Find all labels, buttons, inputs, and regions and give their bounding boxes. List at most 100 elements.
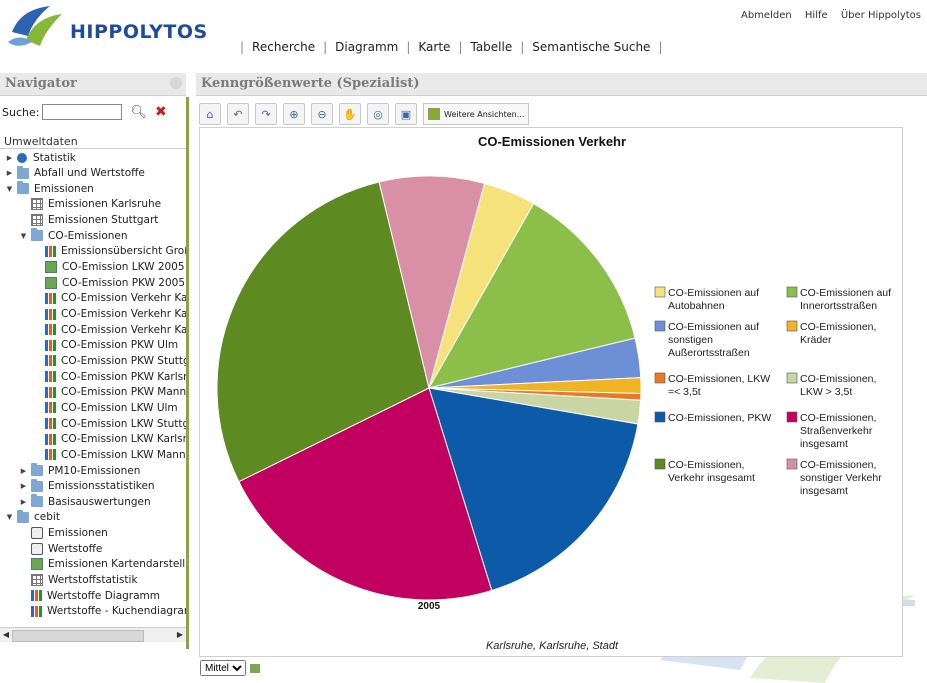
expand-toggle-icon[interactable]: ▶ bbox=[6, 154, 13, 162]
legend-label: CO-Emissionen, PKW bbox=[668, 412, 771, 424]
save-icon[interactable]: ▣ bbox=[395, 103, 417, 125]
legend-label: CO-Emissionen auf bbox=[800, 287, 891, 299]
tree-item[interactable]: ▶ Statistik bbox=[6, 150, 76, 165]
collapse-icon[interactable] bbox=[170, 77, 182, 89]
chart-icon bbox=[45, 324, 56, 336]
tree-item-label: Emissionen Kartendarstellun bbox=[48, 558, 186, 571]
nav-separator: | bbox=[323, 40, 328, 54]
nav-diagramm[interactable]: Diagramm bbox=[335, 40, 398, 54]
legend-label: Außerortsstraßen bbox=[668, 347, 750, 359]
tree-item[interactable]: CO-Emission Verkehr Kar bbox=[34, 307, 186, 322]
view-mode-icon[interactable] bbox=[250, 663, 260, 673]
tree-item[interactable]: CO-Emission LKW Ulm bbox=[34, 400, 178, 415]
tree-item-label: Wertstoffe Diagramm bbox=[47, 589, 161, 602]
nav-separator: | bbox=[406, 40, 411, 54]
more-views-button[interactable]: Weitere Ansichten... bbox=[423, 103, 530, 125]
expand-toggle-icon[interactable]: ▶ bbox=[20, 498, 27, 506]
search-input[interactable] bbox=[42, 104, 123, 120]
collapse-toggle-icon[interactable]: ▼ bbox=[20, 232, 27, 240]
tree-item-label: PM10-Emissionen bbox=[48, 464, 141, 477]
scroll-right-icon[interactable]: ▶ bbox=[175, 629, 185, 640]
tree-item[interactable]: Wertstoffe bbox=[20, 541, 102, 556]
clear-search-icon[interactable]: ✖ bbox=[155, 104, 167, 120]
tree-item[interactable]: Wertstoffe Diagramm bbox=[20, 588, 160, 603]
tree-item[interactable]: CO-Emission PKW Mannh bbox=[34, 385, 186, 400]
legend-label: Kräder bbox=[800, 334, 832, 346]
logout-link[interactable]: Abmelden bbox=[741, 10, 792, 21]
tree-item[interactable]: CO-Emission PKW Stuttg bbox=[34, 353, 186, 368]
tree-item[interactable]: CO-Emission PKW Ulm bbox=[34, 338, 178, 353]
home-icon[interactable]: ⌂ bbox=[199, 103, 221, 125]
tree-item[interactable]: Emissionen Karlsruhe bbox=[20, 197, 161, 212]
hippolytos-logo[interactable]: HIPPOLYTOS bbox=[6, 2, 207, 52]
legend-label: CO-Emissionen, bbox=[800, 459, 876, 471]
tree-item[interactable]: CO-Emission PKW 2005 bbox=[34, 275, 185, 290]
nav-karte[interactable]: Karte bbox=[418, 40, 450, 54]
tree-item[interactable]: ▼ cebit bbox=[6, 509, 60, 525]
tree-item[interactable]: Wertstoffe - Kuchendiagram bbox=[20, 604, 186, 619]
help-link[interactable]: Hilfe bbox=[805, 10, 828, 21]
size-select[interactable]: Mittel bbox=[200, 660, 246, 676]
tree-item[interactable]: CO-Emission PKW Karlsru bbox=[34, 369, 186, 384]
chart-icon bbox=[45, 418, 56, 430]
nav-recherche[interactable]: Recherche bbox=[252, 40, 315, 54]
navigator-hscrollbar[interactable]: ◀ ▶ bbox=[0, 627, 186, 642]
search-icon[interactable]: 🔍︎ bbox=[130, 105, 147, 120]
expand-toggle-icon[interactable]: ▶ bbox=[6, 169, 13, 177]
more-views-label: Weitere Ansichten... bbox=[444, 109, 525, 119]
globe-icon[interactable]: ◎ bbox=[367, 103, 389, 125]
tree-item[interactable]: Emissionen Kartendarstellun bbox=[20, 557, 186, 572]
folder-icon bbox=[31, 463, 43, 476]
tree-item[interactable]: CO-Emission LKW 2005 bbox=[34, 260, 185, 275]
tree-item[interactable]: CO-Emission Verkehr Kar bbox=[34, 322, 186, 337]
tree-item[interactable]: Emissionsübersicht Großs bbox=[34, 244, 186, 259]
zoom-out-icon[interactable]: ⊖ bbox=[311, 103, 333, 125]
redo-icon[interactable]: ↷ bbox=[255, 103, 277, 125]
tree-item[interactable]: ▶ PM10-Emissionen bbox=[20, 463, 140, 478]
legend-label: Autobahnen bbox=[668, 300, 725, 312]
table-icon bbox=[31, 214, 43, 227]
tree-item[interactable]: Emissionen bbox=[20, 526, 108, 541]
tree-item[interactable]: ▶ Emissionsstatistiken bbox=[20, 478, 155, 494]
nav-separator: | bbox=[458, 40, 463, 54]
undo-icon[interactable]: ↶ bbox=[227, 103, 249, 125]
collapse-toggle-icon[interactable]: ▼ bbox=[6, 185, 13, 193]
tree-item[interactable]: CO-Emission LKW Karlsru bbox=[34, 432, 186, 447]
pie-chart[interactable]: CO-Emissionen Verkehr 2005 CO-Emissionen… bbox=[200, 128, 902, 656]
expand-toggle-icon[interactable]: ▶ bbox=[20, 482, 27, 490]
tree-item[interactable]: Wertstoffstatistik bbox=[20, 573, 138, 588]
logo-text: HIPPOLYTOS bbox=[70, 21, 208, 43]
pan-hand-icon[interactable]: ✋ bbox=[339, 103, 361, 125]
collapse-toggle-icon[interactable]: ▼ bbox=[6, 513, 13, 521]
legend-label: CO-Emissionen, bbox=[800, 373, 876, 385]
zoom-in-icon[interactable]: ⊕ bbox=[283, 103, 305, 125]
nav-tabelle[interactable]: Tabelle bbox=[470, 40, 512, 54]
tree-item[interactable]: CO-Emission Verkehr Kar bbox=[34, 291, 186, 306]
about-link[interactable]: Über Hippolytos bbox=[841, 10, 921, 21]
tree-item[interactable]: CO-Emission LKW Mannh bbox=[34, 447, 186, 462]
tree-item-label: CO-Emission LKW Stuttg bbox=[61, 417, 186, 430]
tree-item[interactable]: ▼ Emissionen bbox=[6, 181, 94, 196]
panel-title: Kenngrößenwerte (Spezialist) bbox=[201, 76, 420, 91]
expand-toggle-icon[interactable]: ▶ bbox=[20, 467, 27, 475]
tree-item-label: Basisauswertungen bbox=[48, 495, 151, 508]
tree-item-label: CO-Emission Verkehr Kar bbox=[61, 292, 186, 305]
nav-semantische-suche[interactable]: Semantische Suche bbox=[532, 40, 650, 54]
tree-item[interactable]: ▶ Abfall und Wertstoffe bbox=[6, 165, 145, 181]
logo-mark-icon bbox=[8, 6, 62, 46]
tree-item-label: CO-Emission LKW Karlsru bbox=[61, 433, 186, 446]
legend-swatch bbox=[786, 411, 798, 423]
divider bbox=[0, 148, 186, 149]
tree-item[interactable]: Emissionen Stuttgart bbox=[20, 213, 158, 228]
scroll-left-icon[interactable]: ◀ bbox=[1, 629, 11, 640]
tree-item[interactable]: ▶ Basisauswertungen bbox=[20, 494, 151, 509]
tree-item[interactable]: CO-Emission LKW Stuttg bbox=[34, 416, 186, 431]
tree-item[interactable]: ▼ CO-Emissionen bbox=[20, 228, 128, 243]
scroll-thumb[interactable] bbox=[12, 630, 144, 642]
navigator-search: Suche: 🔍︎ ✖ bbox=[2, 104, 167, 120]
chart-container: CO-Emissionen Verkehr 2005 CO-Emissionen… bbox=[199, 127, 903, 657]
tree-item-label: CO-Emission LKW 2005 bbox=[62, 261, 185, 274]
map-icon bbox=[45, 261, 57, 274]
tree-item-label: Abfall und Wertstoffe bbox=[34, 167, 145, 180]
chart-icon bbox=[45, 292, 56, 304]
